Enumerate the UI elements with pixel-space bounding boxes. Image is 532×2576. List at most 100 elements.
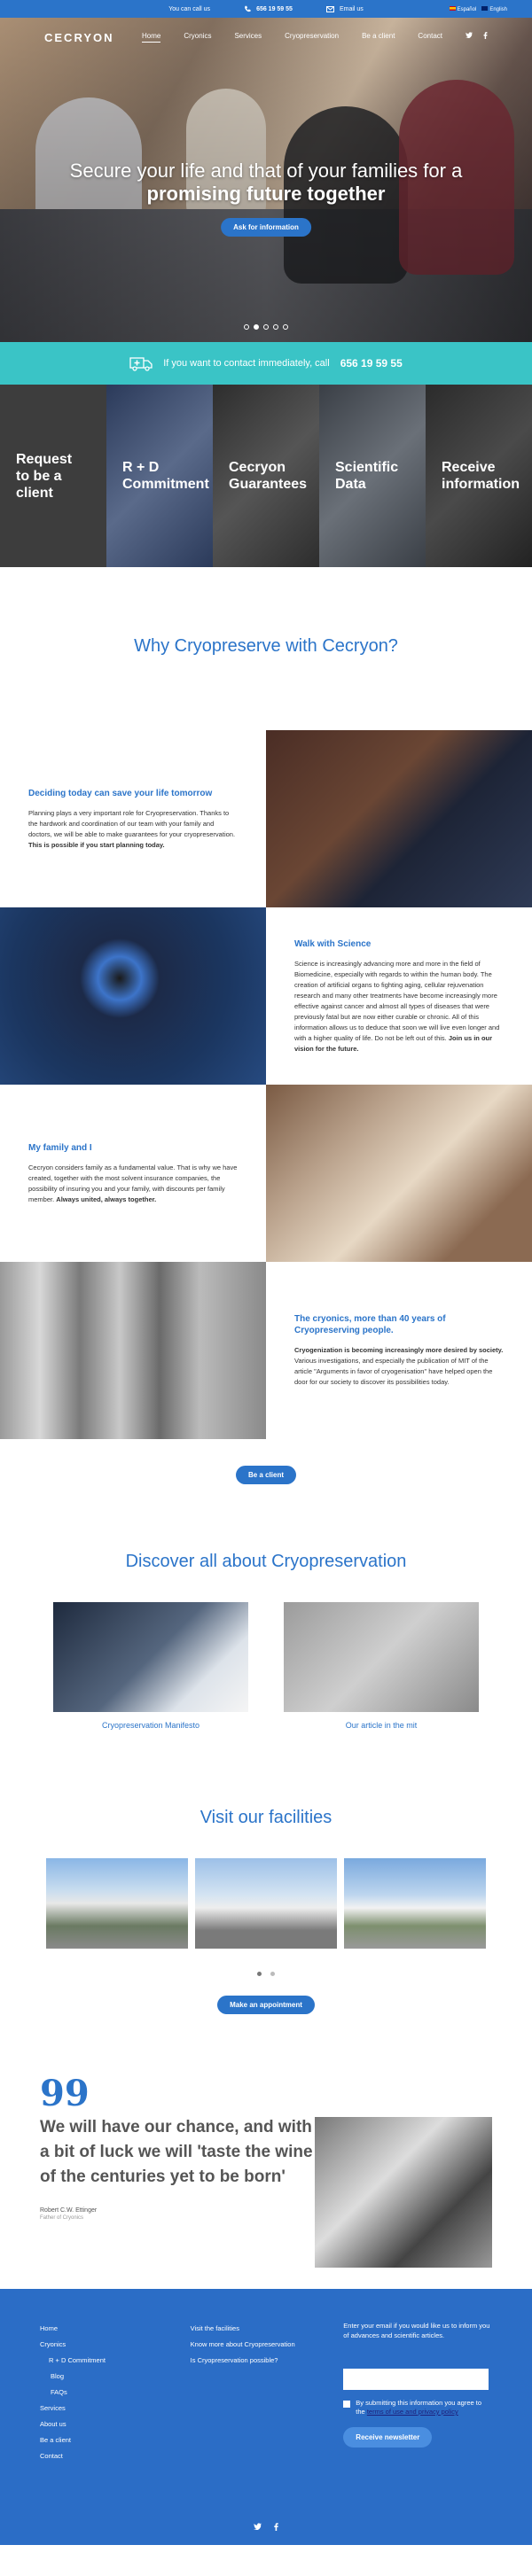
block-body-bold: Always united, always together. [56, 1195, 157, 1203]
facility-photo[interactable] [46, 1858, 188, 1949]
footer-link[interactable]: FAQs [40, 2385, 191, 2401]
tile-request-client[interactable]: Request to be a client [0, 385, 106, 567]
top-phone: 656 19 59 55 [256, 5, 293, 12]
footer-link[interactable]: Know more about Cryopreservation [191, 2337, 344, 2353]
discover-title: Discover all about Cryopreservation [125, 1552, 407, 1571]
carousel-dot[interactable] [244, 324, 249, 330]
card-mit-article[interactable]: Our article in the mit [284, 1602, 479, 1730]
worm-photo [284, 1602, 479, 1712]
ask-info-button[interactable]: Ask for information [221, 218, 311, 237]
block-title: My family and I [28, 1142, 92, 1153]
gallery-dot[interactable] [257, 1972, 262, 1976]
consent-checkbox[interactable] [343, 2401, 351, 2408]
card-caption[interactable]: Our article in the mit [284, 1721, 479, 1730]
nav-cryonics[interactable]: Cryonics [184, 32, 211, 43]
nav-be-client[interactable]: Be a client [362, 32, 395, 43]
newsletter-submit-button[interactable]: Receive newsletter [343, 2427, 433, 2448]
hero-title-line1: Secure your life and that of your famili… [69, 160, 463, 182]
tile-rd-commitment[interactable]: R + D Commitment [106, 385, 213, 567]
block-text: My family and I Cecryon considers family… [0, 1085, 266, 1262]
nav-services[interactable]: Services [234, 32, 262, 43]
carousel-dot[interactable] [283, 324, 288, 330]
consent-row: By submitting this information you agree… [343, 2399, 492, 2416]
logo[interactable]: CECRYON [44, 31, 114, 44]
footer-link[interactable]: Visit the facilities [191, 2321, 344, 2337]
footer-link[interactable]: Contact [40, 2448, 191, 2464]
facility-photo[interactable] [195, 1858, 337, 1949]
footer-link[interactable]: Is Cryopreservation possible? [191, 2353, 344, 2369]
carousel-dot[interactable] [263, 324, 269, 330]
footer-link[interactable]: R + D Commitment [40, 2353, 191, 2369]
block-body-bold: This is possible if you start planning t… [28, 840, 165, 849]
tile-label: Request to be a client [16, 451, 73, 501]
tile-label: Receive information [442, 460, 520, 492]
lang-es-label: Español [457, 6, 477, 12]
block-body: Cecryon considers family as a fundamenta… [28, 1163, 238, 1205]
discover-section: Discover all about Cryopreservation Cryo… [0, 1516, 532, 1730]
block-family: My family and I Cecryon considers family… [0, 1085, 532, 1262]
facebook-icon[interactable] [274, 2523, 278, 2533]
privacy-link[interactable]: terms of use and privacy policy [367, 2408, 458, 2416]
consent-label: By submitting this information you agree… [356, 2399, 492, 2416]
nav-home[interactable]: Home [141, 32, 161, 43]
nav-menu: Home Cryonics Services Cryopreservation … [141, 32, 488, 43]
mail-icon [325, 5, 334, 12]
tile-receive-info[interactable]: Receive information [426, 385, 532, 567]
newsletter-email-input[interactable] [343, 2369, 489, 2390]
footer-link[interactable]: Be a client [40, 2432, 191, 2448]
make-appointment-button[interactable]: Make an appointment [217, 1996, 315, 2014]
footer-social [254, 2523, 278, 2533]
feature-tiles: Request to be a client R + D Commitment … [0, 385, 532, 567]
older-man-photo [266, 730, 532, 907]
call-item[interactable]: You can call us [168, 6, 210, 12]
footer-columns: Home Cryonics R + D Commitment Blog FAQs… [40, 2321, 492, 2464]
twitter-icon[interactable] [254, 2523, 262, 2533]
block-text: The cryonics, more than 40 years of Cryo… [266, 1262, 532, 1439]
block-body-text: Science is increasingly advancing more a… [294, 959, 500, 1042]
footer-link[interactable]: Blog [40, 2369, 191, 2385]
quote-section: 99 We will have our chance, and with a b… [0, 2014, 532, 2289]
tile-scientific-data[interactable]: Scientific Data [319, 385, 426, 567]
card-caption[interactable]: Cryopreservation Manifesto [53, 1721, 248, 1730]
language-switch: Español English [449, 5, 507, 12]
lang-en[interactable]: English [481, 5, 507, 12]
block-body-text: Various investigations, and especially t… [294, 1357, 493, 1386]
contact-bar-phone[interactable]: 656 19 59 55 [340, 357, 403, 370]
why-title: Why Cryopreserve with Cecryon? [134, 636, 398, 656]
be-client-wrap: Be a client [0, 1439, 532, 1516]
discover-cards: Cryopreservation Manifesto Our article i… [0, 1602, 532, 1730]
phone-item[interactable]: 656 19 59 55 [244, 5, 293, 12]
nav-contact[interactable]: Contact [418, 32, 442, 43]
gallery-dot[interactable] [270, 1972, 275, 1976]
nav-cryopreservation[interactable]: Cryopreservation [285, 32, 339, 43]
footer: Home Cryonics R + D Commitment Blog FAQs… [0, 2289, 532, 2545]
block-planning: Deciding today can save your life tomorr… [0, 730, 532, 907]
block-cryonics: The cryonics, more than 40 years of Cryo… [0, 1262, 532, 1439]
twitter-icon[interactable] [466, 32, 473, 43]
signing-photo [53, 1602, 248, 1712]
footer-link[interactable]: Home [40, 2321, 191, 2337]
footer-link[interactable]: Services [40, 2401, 191, 2416]
tile-guarantees[interactable]: Cecryon Guarantees [213, 385, 319, 567]
facilities-gallery [0, 1858, 532, 1949]
facebook-icon[interactable] [483, 32, 488, 43]
carousel-dot[interactable] [273, 324, 278, 330]
email-item[interactable]: Email us [325, 5, 364, 12]
facility-photo[interactable] [344, 1858, 486, 1949]
lang-es[interactable]: Español [449, 5, 477, 12]
carousel-dots [244, 324, 288, 330]
ettinger-photo [315, 2117, 492, 2268]
block-title: Walk with Science [294, 938, 372, 949]
block-title: The cryonics, more than 40 years of Cryo… [294, 1314, 446, 1335]
block-science: Walk with Science Science is increasingl… [0, 907, 532, 1085]
phone-icon [244, 5, 251, 12]
be-client-button[interactable]: Be a client [235, 1466, 296, 1484]
ambulance-icon [129, 355, 153, 371]
cryo-tanks-photo [0, 1262, 266, 1439]
footer-link[interactable]: About us [40, 2416, 191, 2432]
carousel-dot[interactable] [254, 324, 259, 330]
facilities-section: Visit our facilities Make an appointment [0, 1730, 532, 2014]
footer-link[interactable]: Cryonics [40, 2337, 191, 2353]
card-manifesto[interactable]: Cryopreservation Manifesto [53, 1602, 248, 1730]
family-hug-photo [266, 1085, 532, 1262]
